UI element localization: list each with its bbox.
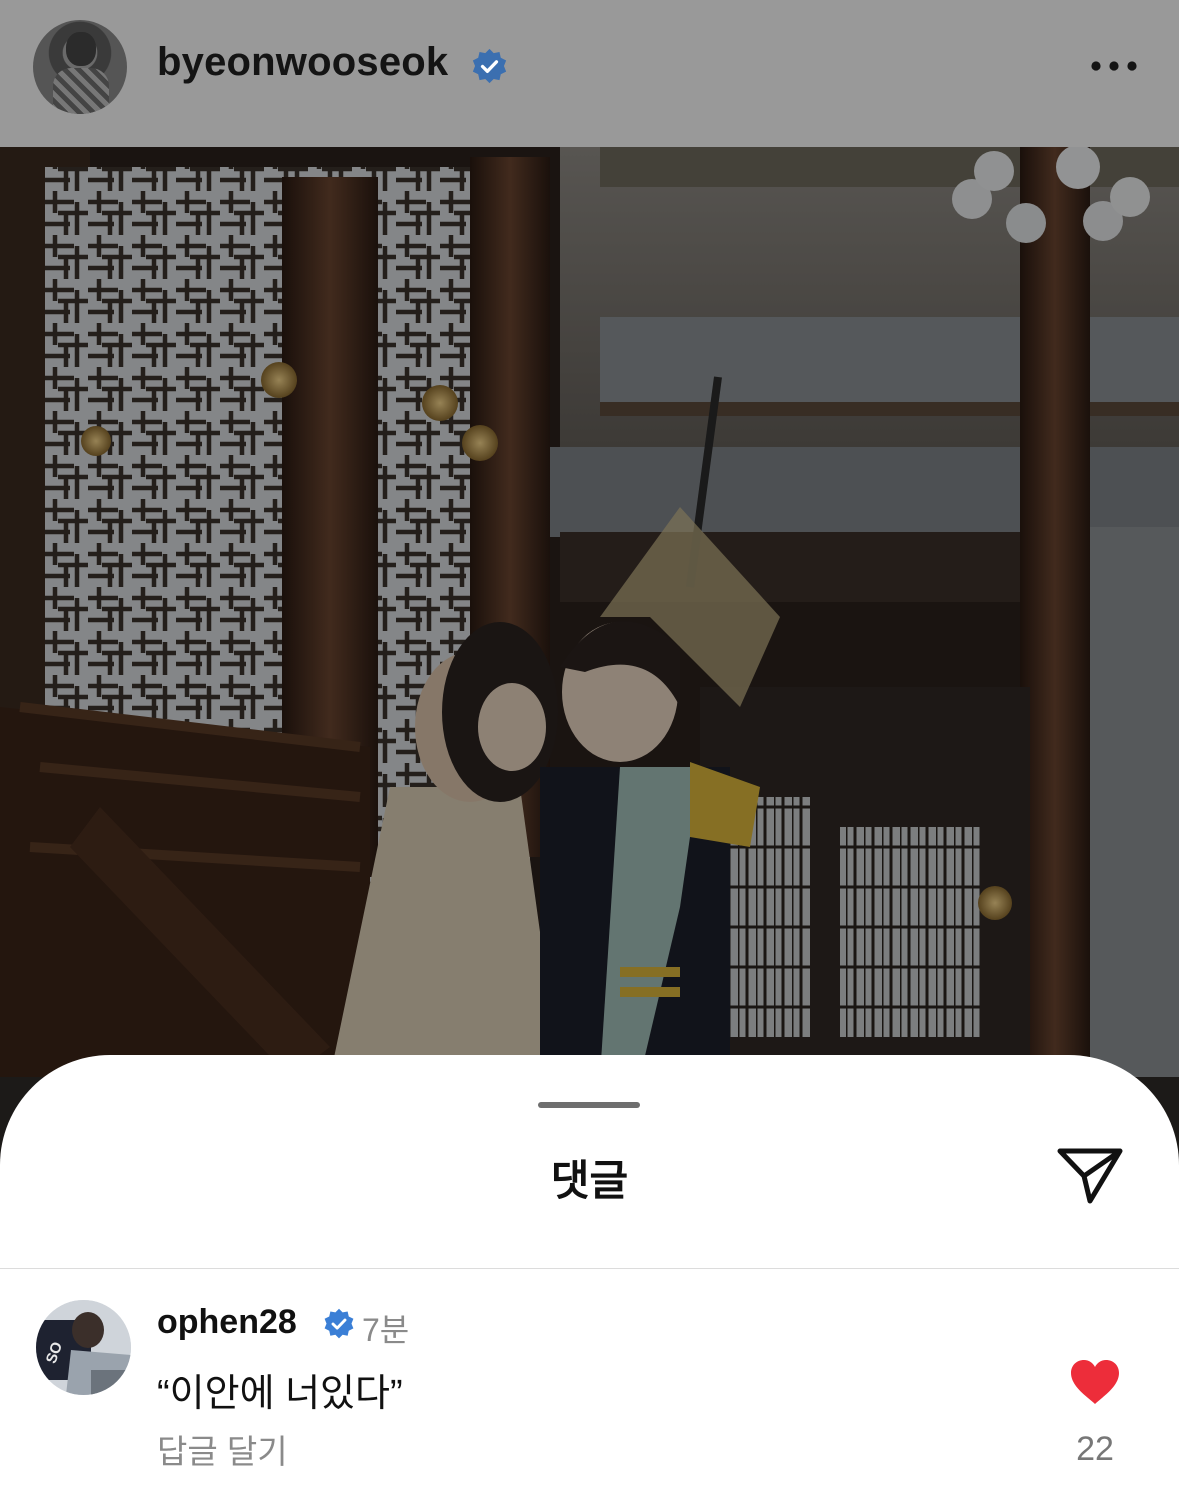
reply-button[interactable]: 답글 달기 (157, 1425, 288, 1473)
sheet-divider (0, 1268, 1179, 1269)
comments-sheet-title: 댓글 (550, 1157, 629, 1204)
verified-badge-icon (472, 48, 507, 84)
sheet-grabber-handle[interactable] (538, 1102, 640, 1108)
comment-timestamp: 7분 (362, 1312, 410, 1348)
comment-text: “이안에 너있다” (157, 1373, 403, 1415)
commenter-avatar-image: SO (36, 1300, 131, 1395)
post-author-avatar[interactable] (33, 20, 127, 114)
avatar-vest-shape (53, 68, 109, 114)
post-author-username[interactable]: byeonwooseok (157, 40, 448, 85)
post-photo[interactable] (0, 147, 1179, 1077)
commenter-avatar[interactable]: SO (36, 1300, 131, 1395)
more-options-icon[interactable] (1084, 50, 1144, 82)
commenter-username[interactable]: ophen28 (157, 1303, 297, 1342)
heart-icon[interactable] (1069, 1358, 1121, 1406)
avatar-head-shape (66, 32, 96, 66)
send-icon[interactable] (1055, 1143, 1125, 1207)
comments-sheet: 댓글 SO ophen28 7분 “이안에 너있다” 답글 달기 22 (0, 1055, 1179, 1495)
verified-badge-icon (324, 1308, 354, 1339)
post-photo-illustration (0, 147, 1179, 1077)
like-count: 22 (1076, 1430, 1114, 1468)
post-header: byeonwooseok (0, 0, 1179, 147)
